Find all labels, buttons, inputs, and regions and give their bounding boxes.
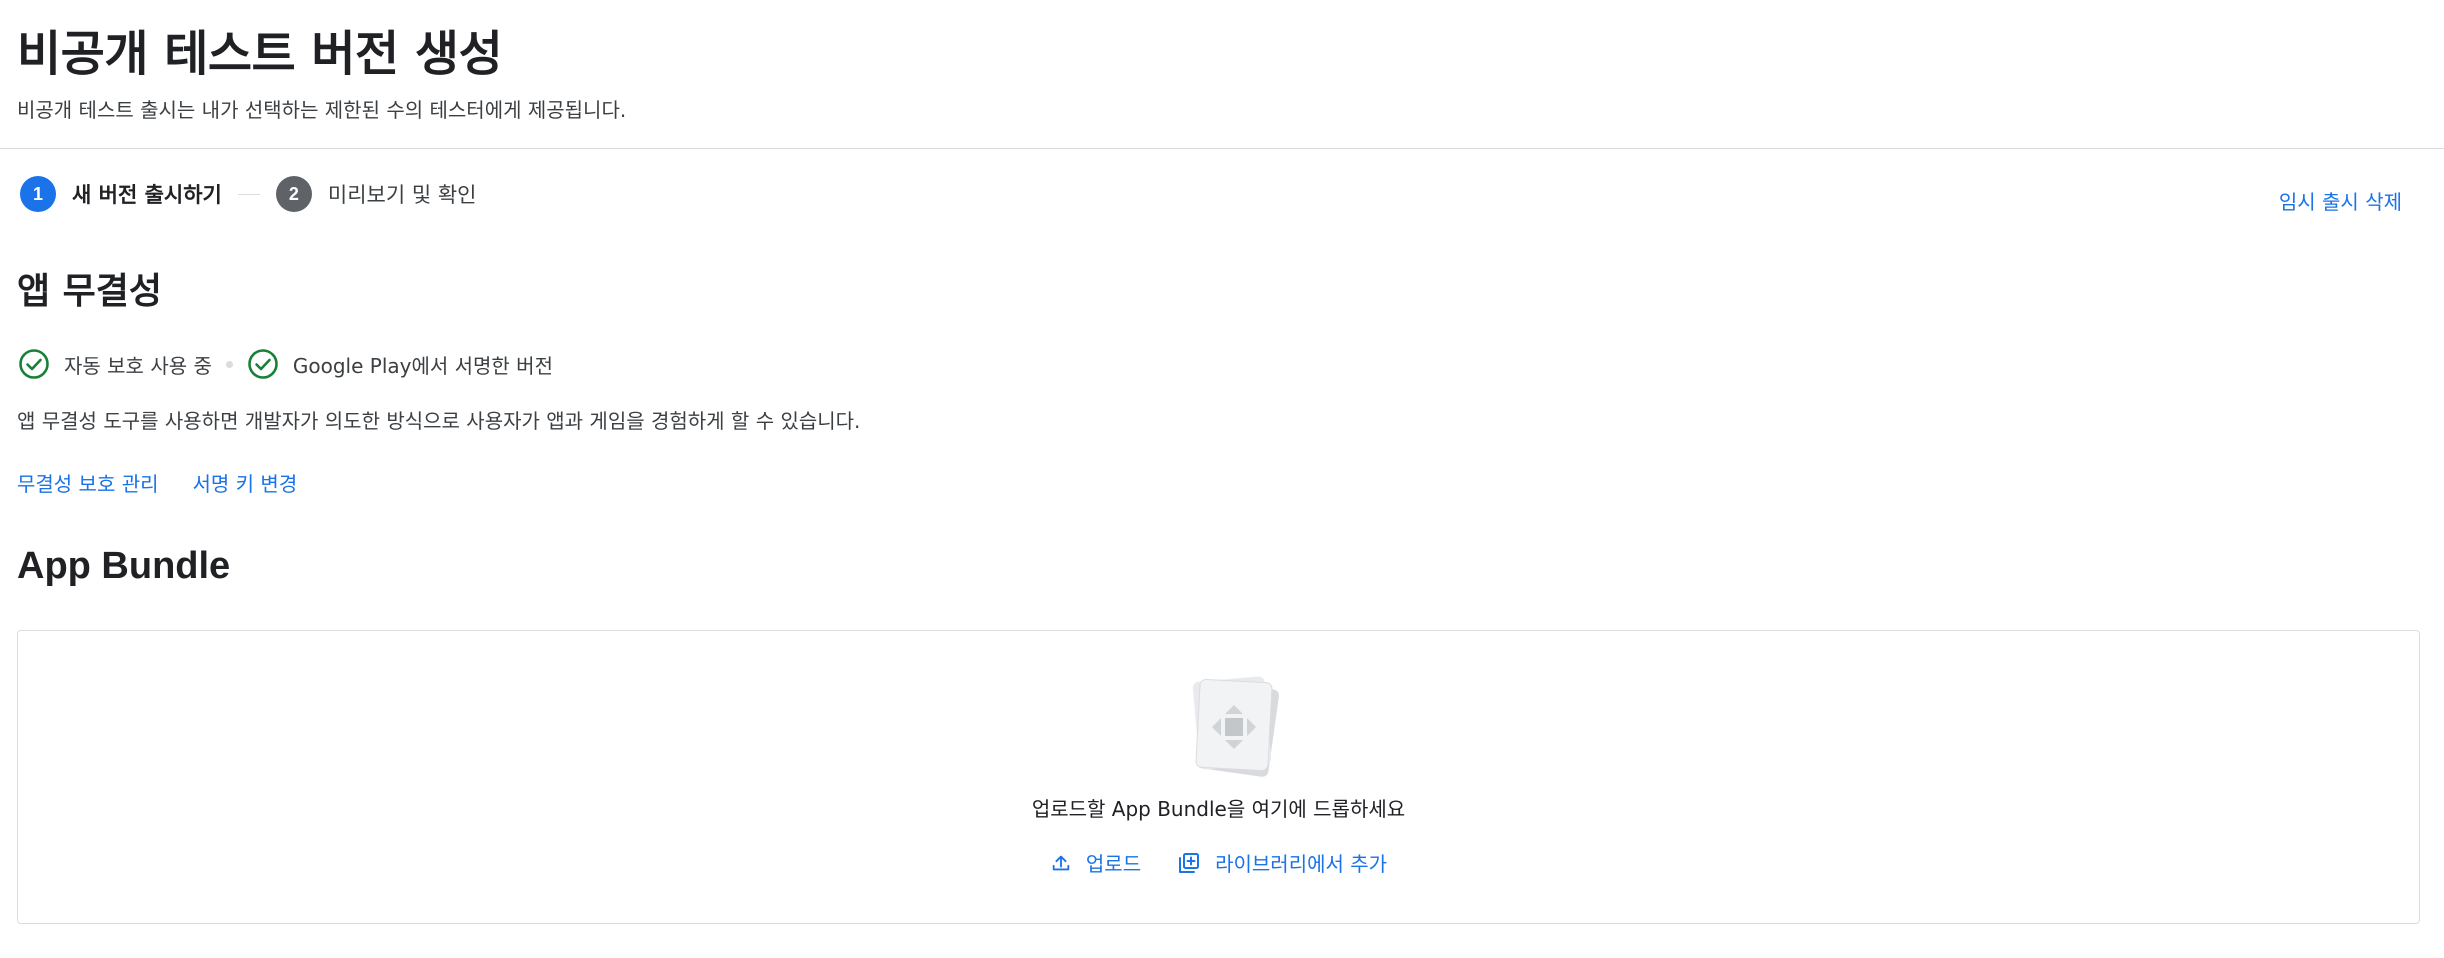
- step-label-preview-confirm: 미리보기 및 확인: [327, 183, 477, 207]
- dropzone-actions: 업로드 라이브러리에서 추가: [18, 848, 2419, 877]
- integrity-description: 앱 무결성 도구를 사용하면 개발자가 의도한 방식으로 사용자가 앱과 게임을…: [17, 409, 861, 433]
- check-circle-icon: [247, 348, 279, 380]
- integrity-links: 무결성 보호 관리 서명 키 변경: [17, 468, 297, 497]
- upload-button-label: 업로드: [1085, 852, 1142, 876]
- header-divider: [0, 148, 2444, 149]
- upload-icon: [1052, 855, 1070, 870]
- discard-draft-release-link[interactable]: 임시 출시 삭제: [2279, 186, 2402, 215]
- step-preview-confirm[interactable]: 2 미리보기 및 확인: [275, 176, 477, 212]
- status-separator-dot: [225, 360, 233, 368]
- status-auto-protection: 자동 보호 사용 중: [64, 353, 212, 378]
- manage-integrity-protection-link[interactable]: 무결성 보호 관리: [17, 468, 159, 497]
- library-add-icon: [1179, 852, 1200, 873]
- app-bundle-file-icon: [1186, 671, 1286, 781]
- add-from-library-label: 라이브러리에서 추가: [1215, 852, 1388, 876]
- change-signing-key-link[interactable]: 서명 키 변경: [193, 468, 298, 497]
- upload-button[interactable]: 업로드: [1050, 848, 1141, 877]
- step-number-2: 2: [275, 176, 312, 212]
- dropzone-instructions: 업로드할 App Bundle을 여기에 드롭하세요: [1031, 797, 1406, 821]
- page-subtitle: 비공개 테스트 출시는 내가 선택하는 제한된 수의 테스터에게 제공됩니다.: [17, 98, 627, 122]
- app-integrity-title: 앱 무결성: [17, 271, 163, 312]
- step-create-release[interactable]: 1 새 버전 출시하기: [20, 176, 222, 212]
- release-stepper: 1 새 버전 출시하기 2 미리보기 및 확인: [20, 176, 476, 212]
- step-label-create-release: 새 버전 출시하기: [72, 183, 222, 207]
- create-closed-test-release-page: 비공개 테스트 버전 생성 비공개 테스트 출시는 내가 선택하는 제한된 수의…: [0, 0, 2444, 958]
- step-connector: [237, 193, 260, 195]
- app-bundle-title: App Bundle: [17, 545, 231, 587]
- status-play-signing: Google Play에서 서명한 버전: [292, 353, 553, 378]
- integrity-status-row: 자동 보호 사용 중 Google Play에서 서명한 버전: [18, 348, 553, 380]
- add-from-library-button[interactable]: 라이브러리에서 추가: [1177, 848, 1387, 877]
- app-bundle-dropzone[interactable]: 업로드할 App Bundle을 여기에 드롭하세요 업로드 라이브러리에서 추…: [17, 630, 2420, 924]
- step-number-1: 1: [20, 176, 56, 212]
- check-circle-icon: [18, 348, 50, 380]
- page-title: 비공개 테스트 버전 생성: [17, 26, 503, 82]
